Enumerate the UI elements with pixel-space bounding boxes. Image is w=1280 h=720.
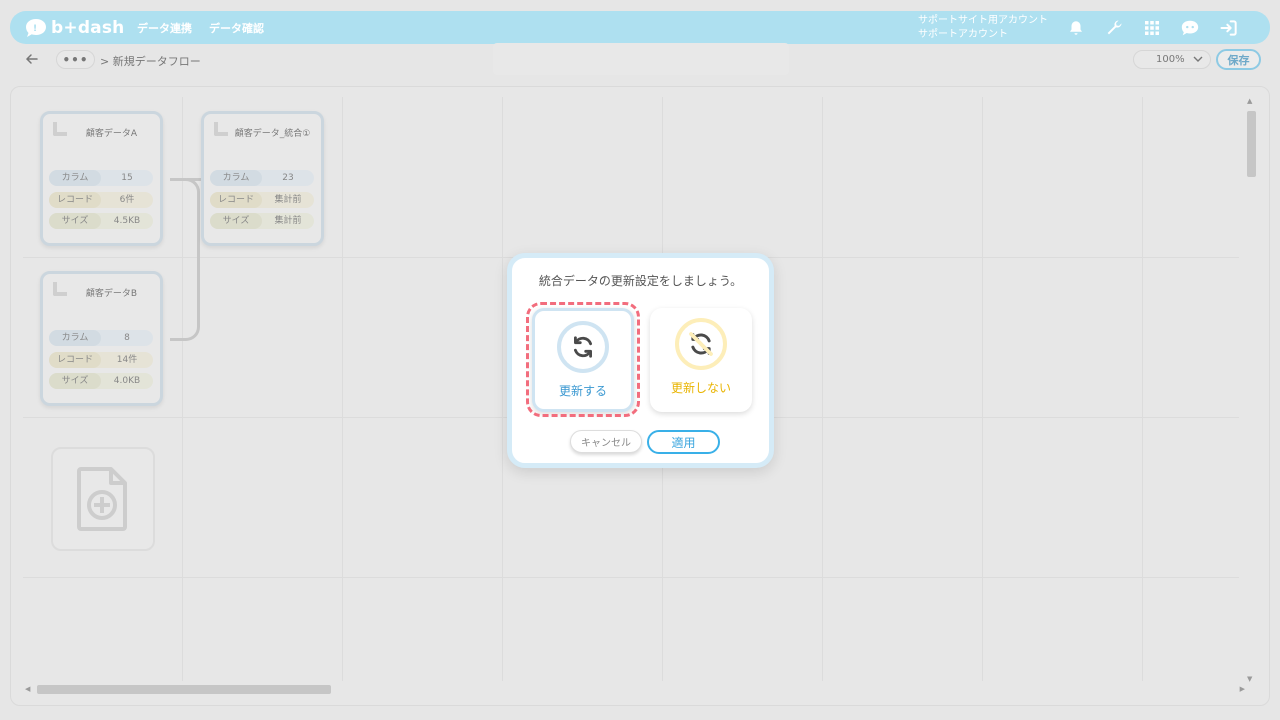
cancel-button[interactable]: キャンセル: [570, 430, 642, 453]
row-key: カラム: [49, 330, 101, 346]
chevron-down-icon: [1193, 53, 1203, 68]
horizontal-scrollbar[interactable]: ◀ ▶: [25, 683, 1245, 695]
row-value: 23: [282, 173, 294, 183]
node-title: 顧客データB: [85, 289, 138, 299]
node-row-record: レコード 14件: [49, 352, 153, 368]
add-file-icon: [77, 467, 127, 531]
row-key: レコード: [49, 192, 101, 208]
node-row-size: サイズ 4.5KB: [49, 213, 153, 229]
grid-line: [23, 577, 1239, 578]
row-value: 8: [124, 333, 130, 343]
scroll-right-icon[interactable]: ▶: [1240, 685, 1245, 693]
account-line-2: サポートアカウント: [918, 29, 1008, 40]
add-data-button[interactable]: [51, 447, 155, 551]
data-node-a[interactable]: 顧客データA カラム 15 レコード 6件 サイズ 4.5KB: [40, 111, 163, 246]
nav-data-integration[interactable]: データ連携: [137, 20, 192, 36]
no-refresh-icon: [675, 318, 727, 370]
option-update-label: 更新する: [558, 384, 607, 398]
logo[interactable]: ! b+dash: [24, 15, 124, 41]
nav-data-check[interactable]: データ確認: [209, 20, 264, 36]
scroll-down-icon[interactable]: ▼: [1247, 675, 1252, 683]
data-node-b[interactable]: 顧客データB カラム 8 レコード 14件 サイズ 4.0KB: [40, 271, 163, 406]
row-key: カラム: [49, 170, 101, 186]
refresh-icon: [557, 321, 609, 373]
vertical-scrollbar[interactable]: ▲ ▼: [1245, 97, 1257, 683]
logo-text: b+dash: [51, 18, 125, 38]
grid-line: [342, 97, 343, 681]
support-chat-icon[interactable]: [1178, 16, 1202, 40]
node-row-size: サイズ 4.0KB: [49, 373, 153, 389]
grid-line: [502, 97, 503, 681]
grid-line: [822, 97, 823, 681]
node-connector-stub: [187, 178, 201, 181]
node-connector: [170, 178, 200, 341]
row-key: レコード: [49, 352, 101, 368]
apply-button[interactable]: 適用: [647, 430, 720, 454]
update-setting-dialog: 統合データの更新設定をしましょう。 更新する 更新しない キャンセル 適用: [507, 253, 774, 468]
logout-icon[interactable]: [1217, 16, 1241, 40]
row-value: 集計前: [274, 216, 302, 226]
option-no-update[interactable]: 更新しない: [650, 308, 752, 412]
scroll-up-icon[interactable]: ▲: [1247, 97, 1252, 105]
account-line-1: サポートサイト用アカウント: [918, 15, 1048, 26]
node-row-column: カラム 8: [49, 330, 153, 346]
zoom-select[interactable]: 100%: [1133, 50, 1211, 69]
grid-line: [1142, 97, 1143, 681]
back-arrow-icon[interactable]: [25, 51, 41, 67]
vertical-scroll-thumb[interactable]: [1247, 111, 1256, 177]
option-update[interactable]: 更新する: [532, 308, 634, 412]
breadcrumb: > 新規データフロー: [100, 55, 201, 68]
option-no-update-label: 更新しない: [670, 381, 731, 395]
row-key: サイズ: [210, 213, 262, 229]
row-value: 6件: [119, 195, 135, 205]
node-title: 顧客データ_統合①: [234, 129, 311, 139]
node-row-size: サイズ 集計前: [210, 213, 314, 229]
account-info[interactable]: サポートサイト用アカウント サポートアカウント: [918, 14, 1048, 42]
row-key: サイズ: [49, 373, 101, 389]
node-row-column: カラム 15: [49, 170, 153, 186]
row-key: カラム: [210, 170, 262, 186]
apps-grid-icon[interactable]: [1140, 16, 1164, 40]
top-nav-bar: ! b+dash データ連携 データ確認 サポートサイト用アカウント サポートア…: [10, 11, 1270, 44]
node-title: 顧客データA: [85, 129, 138, 139]
data-node-merged[interactable]: 顧客データ_統合① カラム 23 レコード 集計前 サイズ 集計前: [201, 111, 324, 246]
node-row-record: レコード 6件: [49, 192, 153, 208]
dialog-title: 統合データの更新設定をしましょう。: [538, 274, 743, 288]
wrench-icon[interactable]: [1102, 16, 1126, 40]
row-value: 14件: [116, 355, 138, 365]
logo-mark-icon: !: [24, 17, 48, 39]
node-row-column: カラム 23: [210, 170, 314, 186]
scroll-left-icon[interactable]: ◀: [25, 685, 30, 693]
row-key: サイズ: [49, 213, 101, 229]
row-key: レコード: [210, 192, 262, 208]
grid-line: [982, 97, 983, 681]
row-value: 4.0KB: [113, 376, 141, 386]
zoom-value: 100%: [1156, 54, 1185, 65]
save-button[interactable]: 保存: [1216, 49, 1261, 70]
row-value: 15: [121, 173, 133, 183]
node-row-record: レコード 集計前: [210, 192, 314, 208]
more-menu-button[interactable]: •••: [56, 50, 95, 69]
svg-text:!: !: [33, 24, 37, 34]
horizontal-scroll-thumb[interactable]: [37, 685, 331, 694]
row-value: 集計前: [274, 195, 302, 205]
bell-icon[interactable]: [1064, 16, 1088, 40]
notification-placeholder: [493, 43, 789, 75]
row-value: 4.5KB: [113, 216, 141, 226]
